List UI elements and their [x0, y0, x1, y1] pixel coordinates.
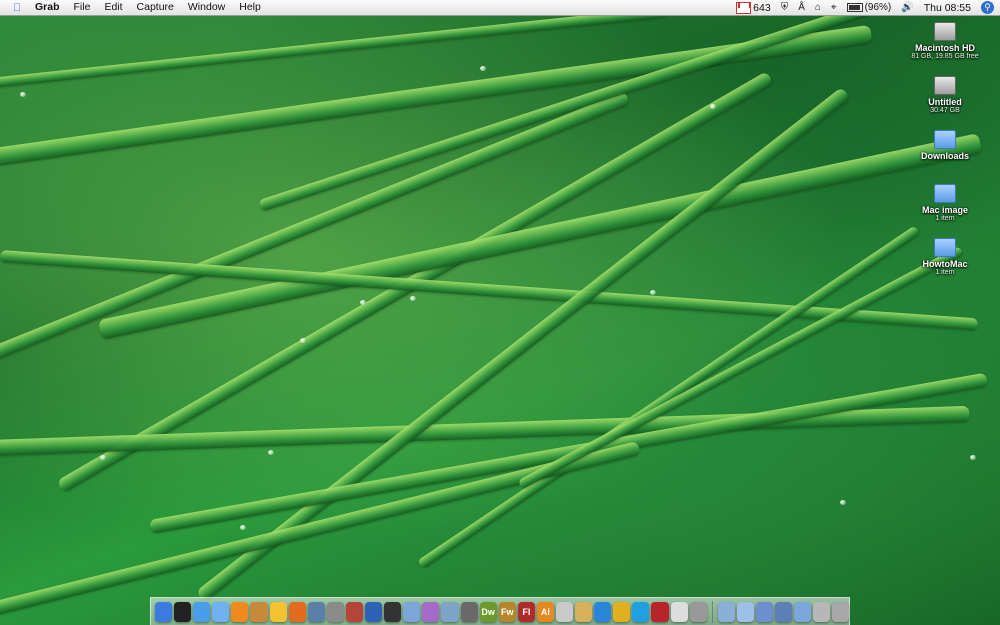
coda-icon[interactable] — [613, 601, 631, 622]
automator-icon[interactable] — [460, 601, 478, 622]
preview-app-icon[interactable] — [689, 601, 707, 622]
word-icon[interactable] — [365, 601, 383, 622]
folder-icon — [934, 238, 956, 257]
network-icon[interactable] — [774, 601, 792, 622]
apple-logo-icon[interactable]:  — [6, 2, 28, 14]
battery-icon — [846, 3, 863, 12]
menu-edit[interactable]: Edit — [97, 0, 129, 15]
gmail-count: 643 — [753, 1, 771, 14]
hard-drive-icon — [934, 22, 956, 41]
address-book-icon[interactable] — [575, 601, 593, 622]
photo-icon[interactable] — [651, 601, 669, 622]
desktop-icon-info: 81 GB, 19.85 GB free — [911, 53, 979, 60]
menu-help[interactable]: Help — [232, 0, 268, 15]
menu-file[interactable]: File — [67, 0, 98, 15]
water-drop — [970, 455, 976, 460]
firefox-icon[interactable] — [288, 601, 306, 622]
spotlight-icon[interactable]: ⚲ — [981, 1, 994, 14]
illustrator-icon[interactable]: Ai — [536, 601, 554, 622]
menu-capture[interactable]: Capture — [130, 0, 181, 15]
water-drop — [710, 104, 716, 109]
desktop-icon-mac-image[interactable]: Mac image 1 item — [900, 184, 990, 223]
app-icon-white[interactable] — [670, 601, 688, 622]
desktop-icon-label: Macintosh HD — [914, 43, 975, 53]
skype-icon[interactable] — [632, 601, 650, 622]
desktop-icon-label: Mac image — [921, 205, 969, 215]
documents-stack-icon[interactable] — [736, 601, 754, 622]
downloads-stack-icon[interactable] — [755, 601, 773, 622]
desktop-icon-info: 30.47 GB — [930, 107, 960, 114]
itunes-icon[interactable] — [212, 601, 230, 622]
wifi-icon[interactable]: ⌖ — [831, 2, 837, 13]
water-drop — [410, 296, 416, 301]
desktop-icon-label: Untitled — [928, 97, 962, 107]
volume-icon[interactable]: 🔊 — [901, 2, 913, 13]
water-drop — [240, 525, 246, 530]
dock-separator — [711, 600, 713, 623]
fireworks-icon[interactable]: Fw — [498, 601, 516, 622]
battery-status[interactable]: (96%) — [846, 2, 892, 13]
water-drop — [650, 290, 656, 295]
water-drop — [20, 92, 26, 97]
battery-percent: (96%) — [864, 2, 892, 13]
desktop-icon-downloads[interactable]: Downloads — [900, 130, 990, 161]
water-drop — [480, 66, 486, 71]
garageband-icon[interactable] — [250, 601, 268, 622]
time-machine-icon[interactable]: ⌂ — [815, 2, 821, 13]
safari-icon[interactable] — [193, 601, 211, 622]
vlc-icon[interactable] — [231, 601, 249, 622]
water-drop — [268, 450, 274, 455]
folder-icon — [934, 184, 956, 203]
bluetooth-icon[interactable]: Å — [798, 2, 805, 13]
desktop-wallpaper — [0, 0, 1000, 625]
trash-icon[interactable] — [832, 601, 850, 622]
dashboard-icon[interactable] — [174, 601, 192, 622]
applications-stack-icon[interactable] — [717, 601, 735, 622]
menu-clock[interactable]: Thu 08:55 — [924, 2, 971, 14]
dock: Dw Fw Fl Ai — [150, 597, 850, 625]
ical-icon[interactable] — [422, 601, 440, 622]
menu-bar:  Grab File Edit Capture Window Help 643… — [0, 0, 1000, 16]
mail-icon[interactable] — [441, 601, 459, 622]
desktop-icon-untitled[interactable]: Untitled 30.47 GB — [900, 76, 990, 115]
adium-icon[interactable] — [269, 601, 287, 622]
hard-drive-icon — [934, 76, 956, 95]
desktop-icon-macintosh-hd[interactable]: Macintosh HD 81 GB, 19.85 GB free — [900, 22, 990, 61]
menu-app-name[interactable]: Grab — [28, 0, 67, 15]
folder-stack-icon[interactable] — [793, 601, 812, 622]
textedit-icon[interactable] — [555, 601, 574, 622]
shield-icon[interactable]: ⛨ — [781, 2, 789, 13]
system-preferences-icon[interactable] — [326, 601, 344, 622]
finder-icon[interactable] — [155, 601, 173, 622]
desktop-icon-howtomac[interactable]: HowtoMac 1 item — [900, 238, 990, 277]
folder-icon — [934, 130, 956, 149]
water-drop — [840, 500, 846, 505]
desktop-icon-label: HowtoMac — [922, 259, 968, 269]
gmail-notifier[interactable]: 643 — [736, 1, 771, 14]
quicktime-icon[interactable] — [594, 601, 612, 622]
desktop-icon-label: Downloads — [920, 151, 969, 161]
water-drop — [100, 455, 106, 460]
print-queue-icon[interactable] — [813, 601, 831, 622]
desktop-icon-info: 1 item — [935, 269, 955, 276]
grass-blade — [517, 245, 964, 490]
menu-window[interactable]: Window — [181, 0, 232, 15]
water-drop — [360, 300, 366, 305]
gmail-icon — [736, 1, 752, 14]
photo-booth-icon[interactable] — [345, 601, 364, 622]
desktop-icon-info: 1 item — [935, 215, 955, 222]
water-drop — [300, 338, 306, 343]
dreamweaver-icon[interactable]: Dw — [479, 601, 497, 622]
terminal-icon[interactable] — [384, 601, 402, 622]
preview-icon[interactable] — [403, 601, 421, 622]
flash-icon[interactable]: Fl — [517, 601, 535, 622]
iphoto-icon[interactable] — [307, 601, 325, 622]
